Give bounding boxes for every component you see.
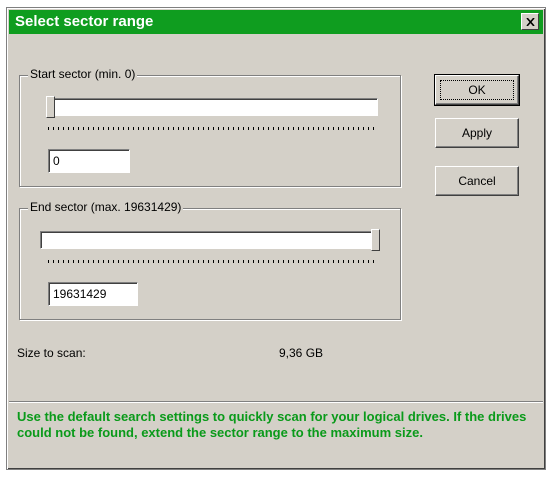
end-sector-input[interactable]: 19631429	[48, 282, 138, 306]
separator	[9, 401, 543, 403]
end-sector-slider-thumb[interactable]	[371, 229, 380, 251]
close-button[interactable]	[521, 13, 539, 30]
start-sector-ticks	[48, 127, 376, 130]
size-to-scan-value: 9,36 GB	[279, 346, 324, 360]
end-sector-slider[interactable]	[40, 229, 380, 251]
size-to-scan-label: Size to scan:	[17, 346, 86, 360]
end-sector-legend: End sector (max. 19631429)	[28, 200, 184, 214]
start-sector-input[interactable]: 0	[48, 149, 130, 173]
end-sector-group: End sector (max. 19631429) 19631429	[19, 200, 401, 320]
start-sector-slider[interactable]	[46, 96, 378, 118]
start-sector-group: Start sector (min. 0) 0	[19, 67, 401, 187]
select-sector-range-dialog: Select sector range Start sector (min. 0…	[6, 7, 546, 470]
apply-button-label: Apply	[461, 126, 493, 140]
ok-button[interactable]: OK	[434, 74, 520, 106]
end-sector-ticks	[48, 260, 376, 263]
window-title: Select sector range	[15, 13, 154, 30]
ok-button-focus-rect	[440, 80, 514, 100]
title-bar[interactable]: Select sector range	[9, 10, 543, 34]
info-message: Use the default search settings to quick…	[17, 409, 527, 440]
cancel-button[interactable]: Cancel	[435, 166, 519, 196]
start-sector-legend: Start sector (min. 0)	[28, 67, 138, 81]
close-icon	[525, 17, 535, 26]
start-sector-slider-thumb[interactable]	[46, 96, 55, 118]
apply-button[interactable]: Apply	[435, 118, 519, 148]
cancel-button-label: Cancel	[458, 174, 496, 188]
